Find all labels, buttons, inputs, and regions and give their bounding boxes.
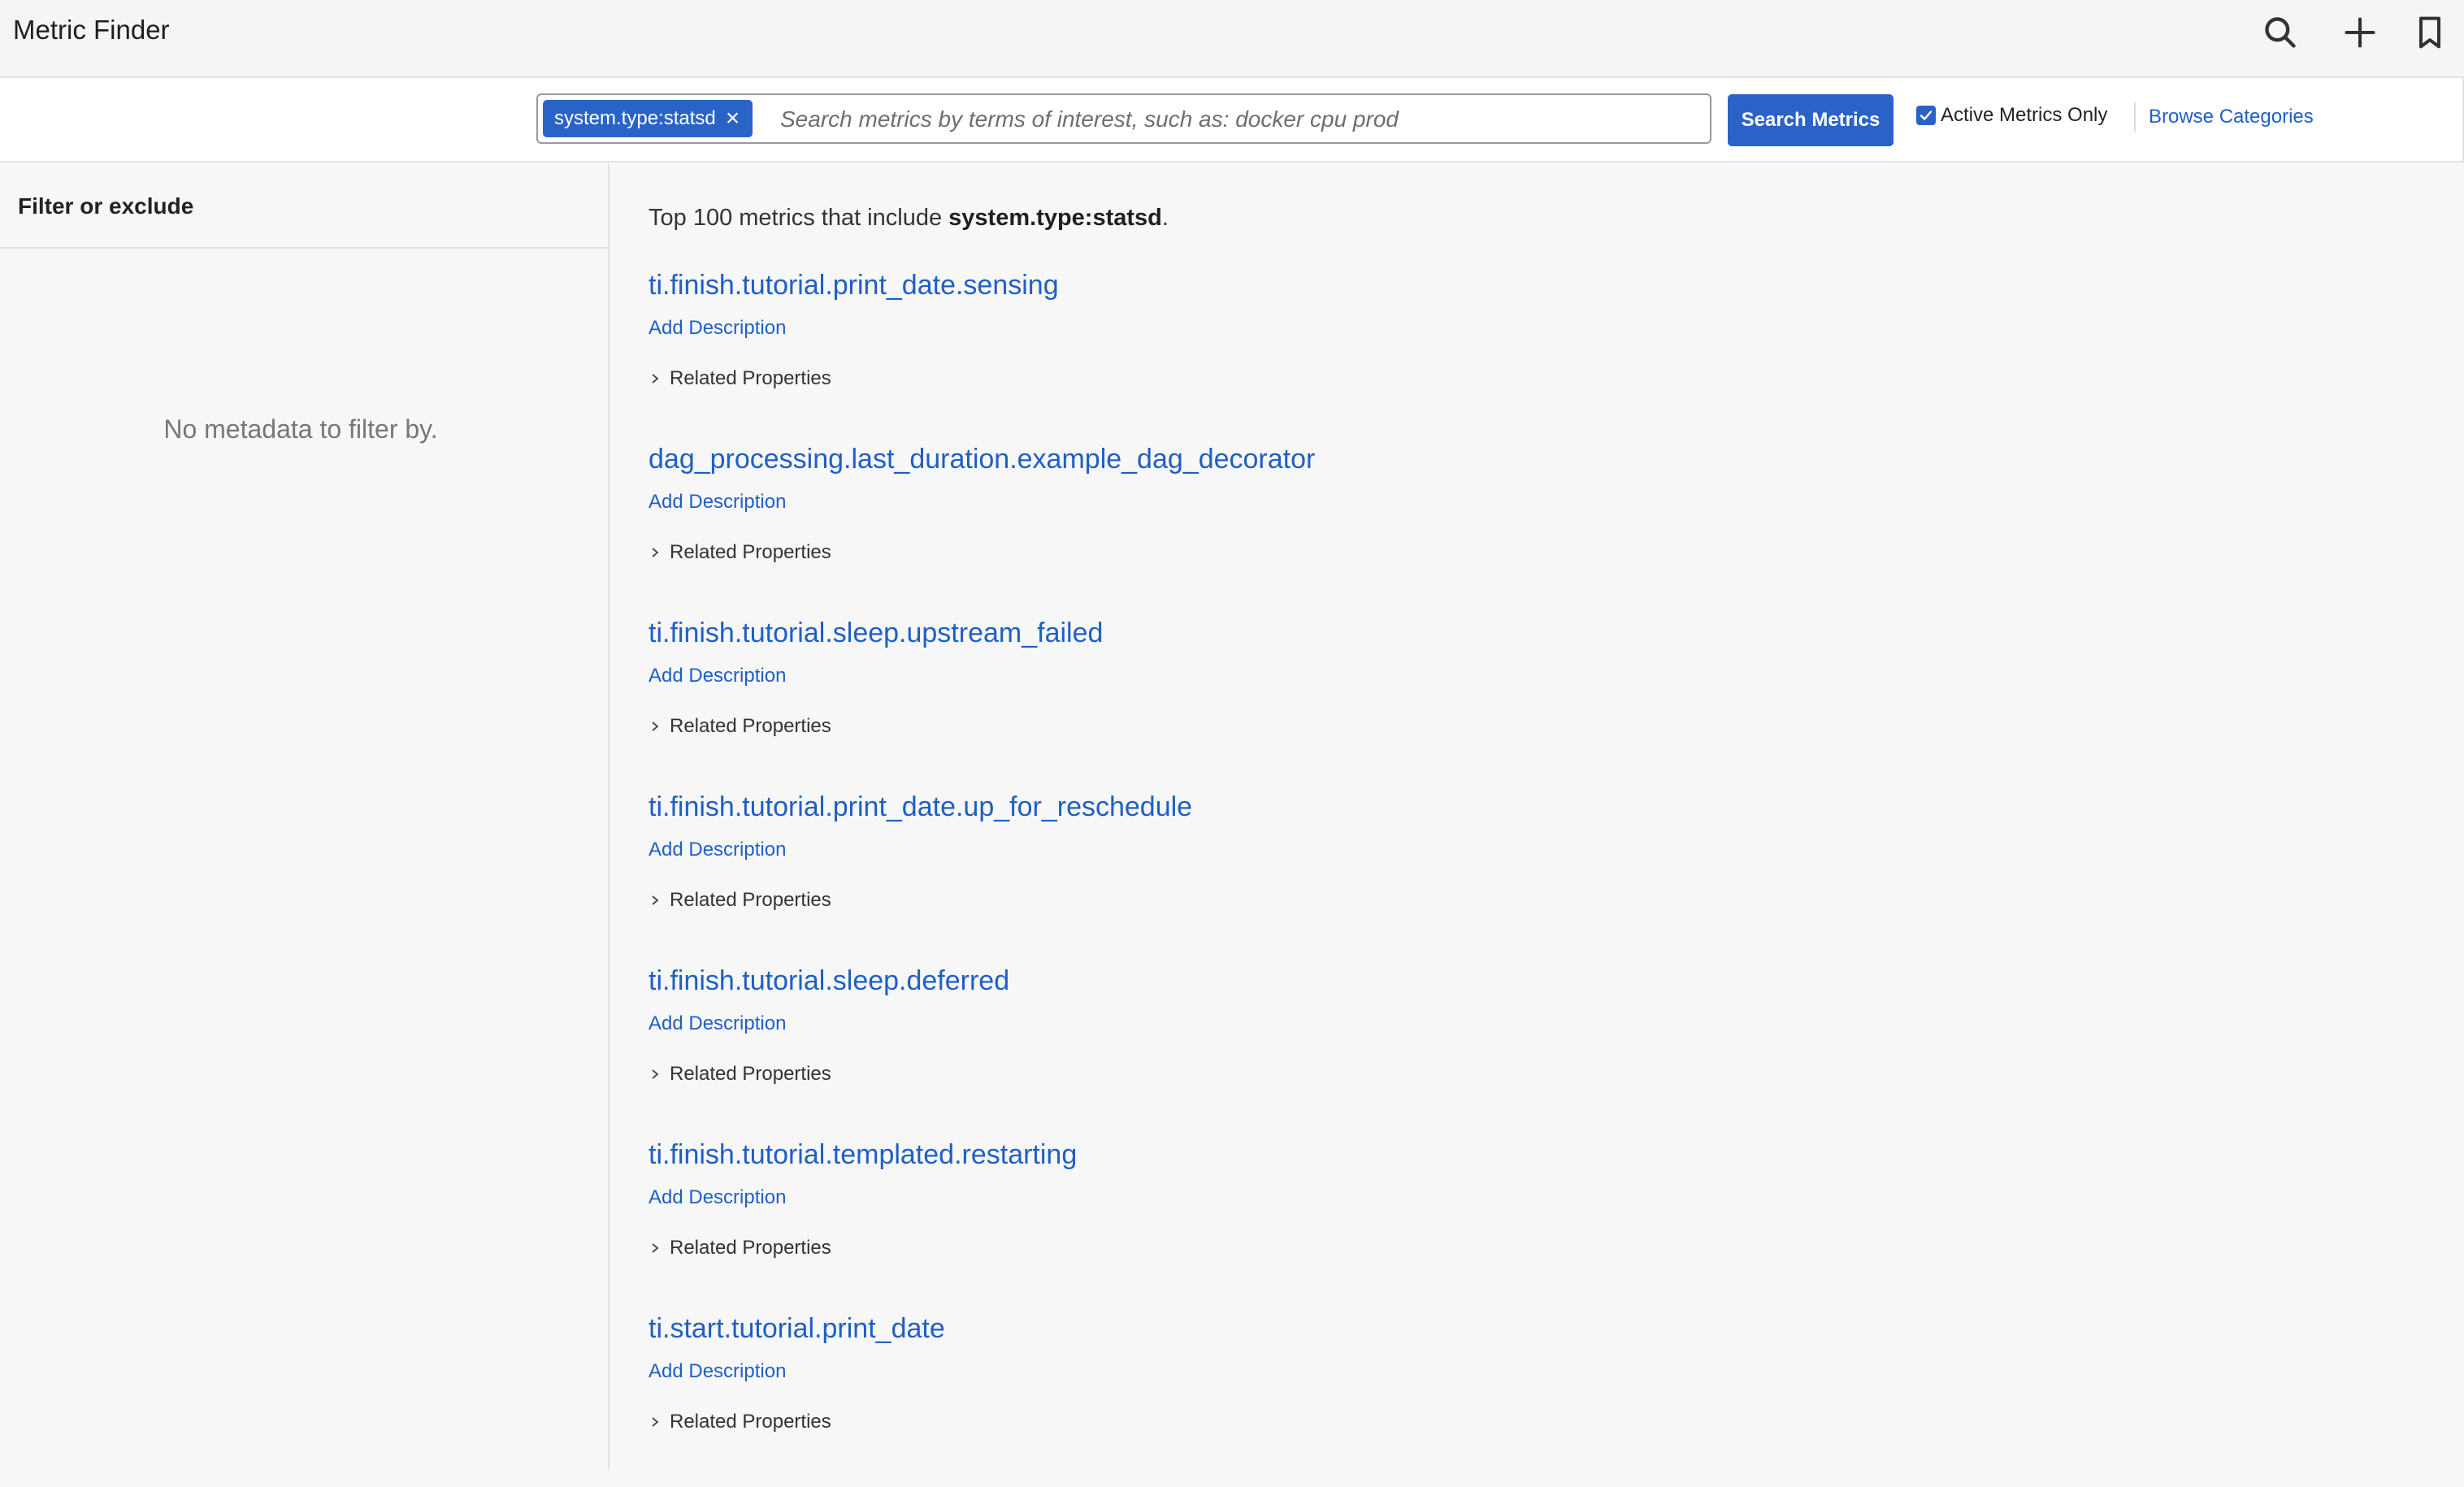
add-description-link[interactable]: Add Description (649, 1012, 786, 1035)
related-properties-label: Related Properties (670, 1411, 831, 1433)
related-properties-toggle[interactable]: Related Properties (649, 1063, 831, 1086)
metric-item: ti.start.tutorial.print_date Add Descrip… (649, 1313, 2274, 1487)
summary-suffix: . (1161, 205, 1169, 231)
metric-name-link[interactable]: ti.start.tutorial.print_date (649, 1313, 945, 1345)
related-properties-toggle[interactable]: Related Properties (649, 541, 831, 564)
metric-name-link[interactable]: ti.finish.tutorial.sleep.deferred (649, 965, 1009, 997)
results-panel: Top 100 metrics that include system.type… (609, 164, 2464, 1469)
divider (2134, 102, 2136, 132)
top-bar: Metric Finder (0, 0, 2464, 78)
filter-sidebar: Filter or exclude No metadata to filter … (0, 164, 609, 1469)
summary-prefix: Top 100 metrics that include (649, 205, 949, 231)
metric-name-link[interactable]: ti.finish.tutorial.sleep.upstream_failed (649, 618, 1103, 649)
add-description-link[interactable]: Add Description (649, 491, 786, 514)
check-icon (1920, 111, 1933, 120)
chevron-right-icon (652, 1243, 659, 1253)
search-metrics-button[interactable]: Search Metrics (1728, 94, 1894, 146)
metric-name-link[interactable]: ti.finish.tutorial.print_date.up_for_res… (649, 791, 1192, 823)
related-properties-label: Related Properties (670, 367, 831, 389)
metric-item: ti.finish.tutorial.print_date.sensing Ad… (649, 270, 2274, 444)
metric-item: ti.finish.tutorial.sleep.upstream_failed… (649, 618, 2274, 791)
search-toolbar: system.type:statsd × Search Metrics Acti… (0, 78, 2464, 163)
related-properties-label: Related Properties (670, 541, 831, 563)
active-metrics-label: Active Metrics Only (1941, 104, 2108, 126)
metric-name-link[interactable]: dag_processing.last_duration.example_dag… (649, 444, 1315, 475)
related-properties-toggle[interactable]: Related Properties (649, 715, 831, 738)
related-properties-label: Related Properties (670, 715, 831, 737)
chevron-right-icon (652, 1069, 659, 1079)
plus-icon[interactable] (2336, 8, 2384, 57)
metric-item: ti.finish.tutorial.templated.restarting … (649, 1139, 2274, 1313)
close-icon[interactable]: × (726, 106, 740, 131)
metric-item: ti.finish.tutorial.print_date.up_for_res… (649, 791, 2274, 965)
add-description-link[interactable]: Add Description (649, 665, 786, 687)
chevron-right-icon (652, 722, 659, 731)
bookmark-icon[interactable] (2405, 8, 2454, 57)
active-metrics-toggle[interactable]: Active Metrics Only (1916, 104, 2107, 127)
results-summary: Top 100 metrics that include system.type… (649, 205, 1169, 232)
metric-name-link[interactable]: ti.finish.tutorial.print_date.sensing (649, 270, 1059, 301)
related-properties-label: Related Properties (670, 1237, 831, 1259)
search-icon[interactable] (2256, 8, 2305, 57)
add-description-link[interactable]: Add Description (649, 839, 786, 861)
related-properties-toggle[interactable]: Related Properties (649, 367, 831, 390)
browse-categories-link[interactable]: Browse Categories (2149, 106, 2314, 128)
empty-state-message: No metadata to filter by. (163, 414, 438, 444)
summary-term: system.type:statsd (948, 205, 1162, 231)
related-properties-toggle[interactable]: Related Properties (649, 1411, 831, 1433)
chevron-right-icon (652, 895, 659, 905)
metric-item: ti.finish.tutorial.sleep.deferred Add De… (649, 965, 2274, 1139)
related-properties-toggle[interactable]: Related Properties (649, 889, 831, 912)
chevron-right-icon (652, 1417, 659, 1427)
related-properties-label: Related Properties (670, 889, 831, 911)
search-input[interactable] (779, 102, 1692, 137)
app-title: Metric Finder (13, 15, 170, 45)
metric-item: dag_processing.last_duration.example_dag… (649, 444, 2274, 618)
related-properties-toggle[interactable]: Related Properties (649, 1237, 831, 1259)
related-properties-label: Related Properties (670, 1063, 831, 1085)
filter-token[interactable]: system.type:statsd × (543, 100, 753, 137)
chevron-right-icon (652, 548, 659, 557)
chevron-right-icon (652, 374, 659, 384)
add-description-link[interactable]: Add Description (649, 1186, 786, 1209)
metric-name-link[interactable]: ti.finish.tutorial.templated.restarting (649, 1139, 1077, 1171)
sidebar-heading: Filter or exclude (0, 164, 608, 249)
filter-token-label: system.type:statsd (554, 107, 716, 129)
search-box[interactable]: system.type:statsd × (536, 93, 1711, 144)
add-description-link[interactable]: Add Description (649, 317, 786, 340)
active-metrics-checkbox[interactable] (1916, 106, 1936, 125)
add-description-link[interactable]: Add Description (649, 1360, 786, 1383)
